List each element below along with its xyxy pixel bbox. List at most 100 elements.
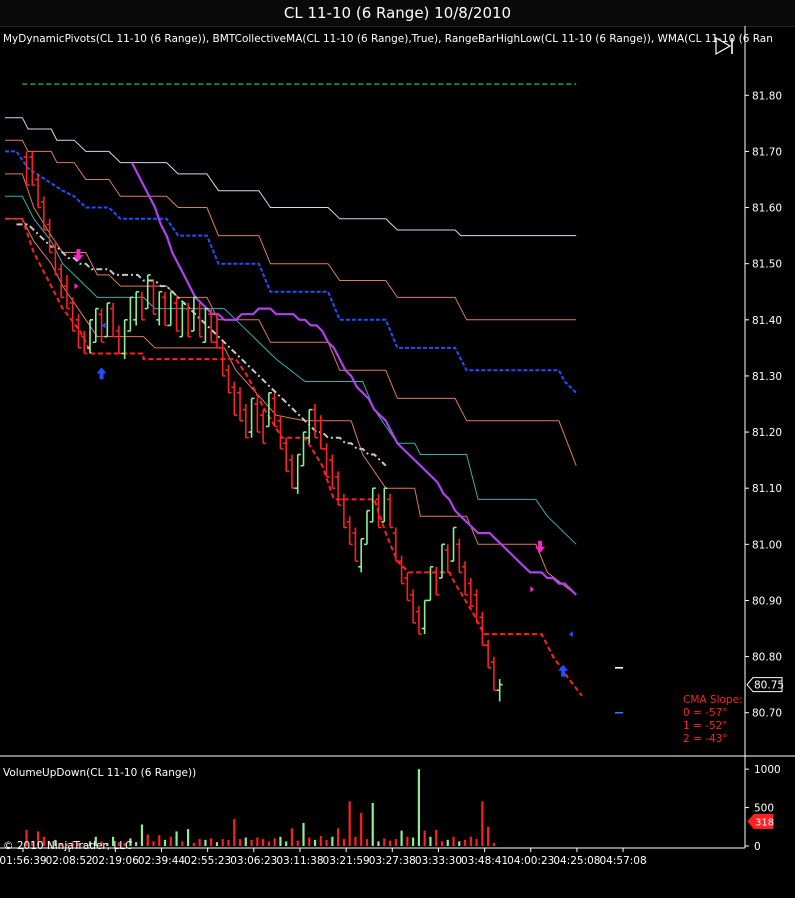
- price-bar[interactable]: [404, 572, 411, 602]
- price-bar[interactable]: [138, 291, 145, 321]
- price-bar[interactable]: [196, 302, 203, 338]
- price-bar[interactable]: [231, 381, 238, 417]
- price-bar[interactable]: [133, 290, 140, 326]
- price-bar[interactable]: [185, 302, 192, 338]
- pivot-line-salmon-1: [5, 139, 577, 321]
- cma-slope-line: 0 = -57°: [683, 707, 728, 719]
- window-title: CL 11-10 (6 Range) 10/8/2010: [0, 0, 795, 27]
- time-tick-label: 03:33:30: [415, 855, 462, 867]
- time-tick-label: 02:08:52: [46, 855, 93, 867]
- price-bar[interactable]: [260, 409, 267, 445]
- copyright-text: © 2010 NinjaTrader, LLC: [3, 840, 132, 852]
- volume-tick-label: 0: [754, 841, 761, 853]
- price-bar[interactable]: [490, 656, 497, 692]
- price-bar[interactable]: [369, 487, 376, 523]
- price-bar[interactable]: [329, 454, 336, 489]
- price-bar[interactable]: [433, 566, 440, 596]
- volume-tick-label: 500: [754, 803, 774, 815]
- price-tick-label: 81.70: [752, 146, 782, 158]
- last-price-label: 80.75: [754, 680, 784, 692]
- price-bar[interactable]: [87, 319, 94, 354]
- price-bar[interactable]: [410, 589, 417, 624]
- price-bar[interactable]: [346, 516, 353, 546]
- price-bar[interactable]: [127, 296, 134, 332]
- price-bar[interactable]: [35, 173, 42, 209]
- indicators-label: MyDynamicPivots(CL 11-10 (6 Range)), BMT…: [3, 33, 773, 45]
- time-tick-label: 02:39:44: [138, 855, 185, 867]
- price-bar[interactable]: [294, 453, 301, 494]
- price-bar[interactable]: [248, 397, 255, 438]
- price-bar[interactable]: [485, 639, 492, 669]
- time-tick-label: 04:57:08: [599, 855, 646, 867]
- price-bar[interactable]: [104, 302, 111, 338]
- cma-slope-line: 1 = -52°: [683, 720, 728, 732]
- sell-marker-icon: [74, 283, 79, 290]
- price-bar[interactable]: [52, 241, 59, 276]
- price-bar[interactable]: [456, 538, 463, 574]
- price-bar[interactable]: [352, 527, 359, 562]
- price-bar[interactable]: [363, 509, 370, 546]
- time-tick-label: 03:21:59: [323, 855, 370, 867]
- time-tick-label: 03:11:38: [276, 855, 323, 867]
- pivot-line-white-0: [5, 117, 577, 237]
- price-bar[interactable]: [283, 437, 290, 473]
- price-bar[interactable]: [421, 599, 428, 635]
- sell-marker-icon: [530, 586, 535, 593]
- price-bar[interactable]: [392, 527, 399, 562]
- sell-arrow-icon: [535, 540, 546, 553]
- price-bar[interactable]: [415, 606, 422, 635]
- time-tick-label: 03:06:23: [230, 855, 277, 867]
- price-bar[interactable]: [317, 415, 324, 450]
- price-bar[interactable]: [288, 454, 295, 489]
- price-tick-label: 80.70: [752, 708, 782, 720]
- price-bar[interactable]: [92, 307, 99, 344]
- chart-canvas[interactable]: 81.80 81.70 81.60 81.50 81.40 81.30 81.20 81.10…: [0, 26, 795, 898]
- price-tick-label: 81.50: [752, 259, 782, 271]
- price-bar[interactable]: [58, 263, 65, 299]
- price-bar[interactable]: [387, 493, 394, 529]
- price-bar[interactable]: [398, 555, 405, 585]
- price-tick-label: 81.40: [752, 315, 782, 327]
- price-bar[interactable]: [450, 526, 457, 562]
- volume-indicator-label: VolumeUpDown(CL 11-10 (6 Range)): [3, 767, 196, 779]
- price-bar[interactable]: [150, 280, 157, 315]
- time-tick-label: 04:25:08: [553, 855, 600, 867]
- price-bar[interactable]: [213, 314, 220, 349]
- price-bar[interactable]: [237, 387, 244, 422]
- time-tick-label: 02:19:06: [92, 855, 139, 867]
- price-bar[interactable]: [375, 493, 382, 529]
- price-tick-label: 81.80: [752, 90, 782, 102]
- volume-tick-label: 1000: [754, 764, 781, 776]
- pivot-line-blue-2: [5, 150, 577, 394]
- price-tick-label: 81.00: [752, 539, 782, 551]
- price-bar[interactable]: [271, 392, 278, 428]
- price-bar[interactable]: [473, 589, 480, 624]
- price-bar[interactable]: [381, 487, 388, 523]
- price-bar[interactable]: [63, 274, 70, 310]
- price-bar[interactable]: [462, 561, 469, 596]
- price-bar[interactable]: [40, 196, 47, 231]
- price-bar[interactable]: [496, 679, 503, 702]
- price-bar[interactable]: [29, 151, 36, 186]
- cma-slope-title: CMA Slope:: [683, 694, 743, 706]
- buy-marker-icon: [568, 631, 573, 638]
- cma-slope-line: 2 = -43°: [683, 733, 728, 745]
- price-bar[interactable]: [69, 297, 76, 332]
- price-bar[interactable]: [467, 578, 474, 607]
- price-tick-label: 81.30: [752, 371, 782, 383]
- price-bar[interactable]: [254, 398, 261, 433]
- range-stop-line: [5, 217, 583, 697]
- price-bar[interactable]: [225, 364, 232, 394]
- price-bar[interactable]: [110, 302, 117, 338]
- price-bar[interactable]: [202, 307, 209, 344]
- price-bar[interactable]: [306, 408, 313, 444]
- price-bar[interactable]: [173, 297, 180, 332]
- price-bar[interactable]: [179, 302, 186, 338]
- price-bar[interactable]: [242, 404, 249, 439]
- price-bar[interactable]: [444, 544, 451, 574]
- price-bar[interactable]: [115, 325, 122, 355]
- pivot-line-salmon-5: [5, 218, 577, 596]
- time-tick-label: 03:27:38: [369, 855, 416, 867]
- price-tick-label: 80.80: [752, 652, 782, 664]
- price-bar[interactable]: [358, 537, 365, 573]
